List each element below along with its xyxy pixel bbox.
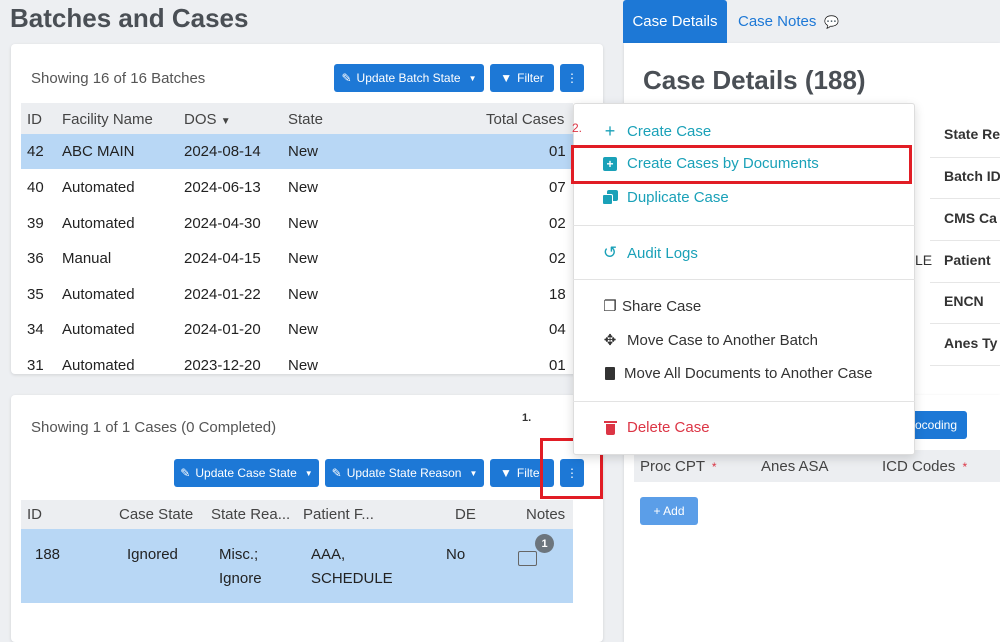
batches-showing-text: Showing 16 of 16 Batches	[31, 70, 206, 87]
notes-count-badge: 1	[535, 534, 554, 553]
step-1-marker: 1.	[522, 412, 532, 424]
menu-delete-case[interactable]: Delete Case	[601, 419, 710, 436]
menu-move-case[interactable]: ✥ Move Case to Another Batch	[601, 331, 818, 350]
detail-label-encn: ENCN	[944, 293, 984, 309]
col-header-anes-asa[interactable]: Anes ASA	[761, 458, 829, 475]
col-header-id[interactable]: ID	[27, 111, 42, 128]
caret-down-icon: ▼	[304, 468, 313, 478]
pencil-icon: ✎	[180, 466, 191, 480]
cases-showing-text: Showing 1 of 1 Cases (0 Completed)	[31, 419, 277, 436]
detail-label-state-reason: State Re	[944, 126, 1000, 142]
step-2-marker: 2.	[572, 121, 583, 135]
menu-duplicate-case[interactable]: Duplicate Case	[601, 189, 729, 206]
add-procedure-button[interactable]: + Add	[640, 497, 698, 525]
copy-icon	[601, 190, 619, 205]
col-header-de[interactable]: DE	[455, 506, 476, 523]
caret-down-icon: ▼	[468, 73, 477, 83]
sort-desc-icon: ▼	[220, 116, 231, 127]
col-header-facility[interactable]: Facility Name	[62, 111, 153, 128]
col-header-patient[interactable]: Patient F...	[303, 506, 374, 523]
batch-more-options-button[interactable]: ⋮	[560, 64, 584, 92]
col-header-total-cases[interactable]: Total Cases	[486, 111, 564, 128]
cases-table-header	[21, 500, 573, 529]
case-details-title: Case Details (188)	[643, 65, 866, 95]
batch-row[interactable]: 39 Automated 2024-04-30 New 02	[21, 205, 573, 240]
kebab-icon: ⋮	[566, 71, 578, 85]
trash-icon	[601, 420, 619, 435]
tab-case-notes[interactable]: Case Notes 💬	[738, 13, 839, 30]
batch-row[interactable]: 34 Automated 2024-01-20 New 04	[21, 311, 573, 346]
menu-audit-logs[interactable]: ↺ Audit Logs	[601, 243, 698, 263]
caret-down-icon: ▼	[469, 468, 478, 478]
detail-value-fragment: LE	[915, 252, 933, 268]
pencil-icon: ✎	[341, 71, 352, 85]
detail-label-cms-case: CMS Ca	[944, 210, 997, 226]
col-header-state[interactable]: State	[288, 111, 323, 128]
update-case-state-button[interactable]: ✎ Update Case State ▼	[174, 459, 319, 487]
file-icon	[601, 367, 619, 380]
col-header-dos[interactable]: DOS ▼	[184, 111, 231, 128]
clipboard-icon: ❐	[603, 298, 617, 315]
move-arrows-icon: ✥	[603, 332, 617, 349]
comment-icon[interactable]	[518, 551, 537, 566]
batch-row[interactable]: 35 Automated 2024-01-22 New 18	[21, 276, 573, 311]
col-header-notes[interactable]: Notes	[526, 506, 565, 523]
history-icon: ↺	[602, 243, 618, 262]
case-row[interactable]: 188 Ignored Misc.; Ignore AAA, SCHEDULE …	[21, 529, 573, 603]
update-state-reason-button[interactable]: ✎ Update State Reason ▼	[325, 459, 484, 487]
batch-row[interactable]: 40 Automated 2024-06-13 New 07	[21, 169, 573, 204]
menu-move-documents[interactable]: Move All Documents to Another Case	[601, 365, 872, 382]
batch-row[interactable]: 36 Manual 2024-04-15 New 02	[21, 240, 573, 275]
update-batch-state-button[interactable]: ✎ Update Batch State ▼	[334, 64, 484, 92]
col-header-icd-codes[interactable]: ICD Codes *	[882, 458, 967, 475]
batches-table: ID Facility Name DOS ▼ State Total Cases…	[21, 103, 573, 374]
col-header-case-id[interactable]: ID	[27, 506, 42, 523]
tab-case-details[interactable]: Case Details	[623, 0, 727, 43]
detail-label-patient: Patient	[944, 252, 991, 268]
batch-filter-button[interactable]: ▼ Filter	[490, 64, 554, 92]
detail-label-anes-type: Anes Ty	[944, 335, 998, 351]
edit-box-icon: ✎	[331, 466, 342, 480]
menu-create-case[interactable]: + Create Case	[601, 121, 711, 142]
filter-icon: ▼	[500, 71, 513, 85]
highlight-box-create-by-docs	[571, 145, 912, 184]
batch-row[interactable]: 42 ABC MAIN 2024-08-14 New 01	[21, 134, 573, 169]
page-title: Batches and Cases	[10, 3, 249, 33]
plus-icon: +	[604, 121, 616, 141]
col-header-case-state[interactable]: Case State	[119, 506, 193, 523]
detail-label-batch-id: Batch ID	[944, 168, 1000, 184]
filter-icon: ▼	[500, 466, 512, 480]
comments-icon: 💬	[824, 14, 840, 29]
col-header-state-reason[interactable]: State Rea...	[211, 506, 290, 523]
col-header-proc-cpt[interactable]: Proc CPT *	[640, 458, 717, 475]
batch-row[interactable]: 31 Automated 2023-12-20 New 01	[21, 347, 573, 374]
menu-share-case[interactable]: ❐ Share Case	[601, 297, 701, 316]
